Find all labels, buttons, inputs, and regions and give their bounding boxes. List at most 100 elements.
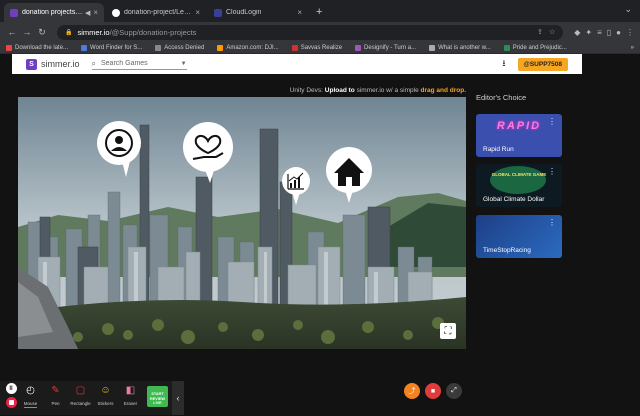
pause-icon[interactable]: II <box>5 383 17 394</box>
simmer-favicon-icon <box>10 8 18 17</box>
tab-cloudlogin[interactable]: CloudLogin × <box>208 3 308 22</box>
close-tab-icon[interactable]: × <box>195 8 200 17</box>
simmer-logo-icon: S <box>26 58 37 70</box>
back-icon[interactable]: ← <box>6 27 18 37</box>
bookmark-icon <box>429 44 436 51</box>
close-tab-icon[interactable]: × <box>297 8 302 17</box>
tab-donation-projects[interactable]: donation projects | SIMMER ◀ × <box>4 3 104 22</box>
recording-controls: II <box>4 383 18 408</box>
bookmark-label: Amazon.com: DJI... <box>226 44 279 51</box>
address-bar[interactable]: 🔒 simmer.io/@Supp/donation-projects ⇪ ☆ <box>57 24 564 40</box>
stop-record-icon[interactable] <box>5 397 17 408</box>
speaker-icon[interactable]: ◀ <box>85 9 90 17</box>
collapse-toolbar-icon[interactable]: ‹ <box>172 381 184 415</box>
bookmark-item[interactable]: Download the late... <box>6 44 68 51</box>
site-logo[interactable]: S simmer.io <box>26 58 80 70</box>
game-canvas[interactable]: ⛶ <box>18 97 466 349</box>
search-icon: ⌕ <box>91 58 96 68</box>
tool-label: Mouse <box>23 401 38 408</box>
bookmark-icon <box>355 44 362 51</box>
tool-label: Stickers <box>97 401 114 406</box>
game-scene <box>18 97 466 349</box>
bookmark-item[interactable]: What is another w... <box>429 44 491 51</box>
share-controls: ⤴ ■ ⤢ <box>404 383 467 399</box>
annotation-tools: II ◴ Mouse ✎ Pen ▢ Rectangle ☺ Stickers … <box>0 381 184 415</box>
expand-icon[interactable]: ⤢ <box>446 383 462 399</box>
browser-toolbar: ← → ↻ 🔒 simmer.io/@Supp/donation-project… <box>0 22 640 42</box>
reload-icon[interactable]: ↻ <box>36 27 48 38</box>
tool-rectangle[interactable]: ▢ Rectangle <box>68 384 93 406</box>
profile-icon[interactable]: ● <box>616 28 621 37</box>
share-icon[interactable]: ⤴ <box>404 383 420 399</box>
bookmark-icon <box>155 44 162 51</box>
tool-stickers[interactable]: ☺ Stickers <box>93 384 118 406</box>
tool-pen[interactable]: ✎ Pen <box>43 384 68 406</box>
start-review-button[interactable]: START REVIEW LIVE <box>147 386 168 407</box>
bookmark-label: Pride and Prejudic... <box>512 44 567 51</box>
globe-art <box>490 166 546 194</box>
game-card-global-climate-dollar[interactable]: GLOBAL CLIMATE GAME ⋮ Global Climate Dol… <box>476 164 562 207</box>
bookmark-item[interactable]: Access Denied <box>155 44 205 51</box>
unity-devs-line: Unity Devs: Upload to simmer.io w/ a sim… <box>0 87 466 94</box>
card-menu-icon[interactable]: ⋮ <box>548 117 556 126</box>
new-tab-button[interactable]: + <box>310 3 328 22</box>
extensions-puzzle-icon[interactable]: ✦ <box>585 28 592 37</box>
tab-search-icon[interactable]: ⌄ <box>624 4 632 15</box>
card-label: TimeStopRacing <box>483 247 531 254</box>
bookmark-item[interactable]: Word Finder for S... <box>81 44 143 51</box>
tool-eraser[interactable]: ◧ Eraser <box>118 384 143 406</box>
other-bookmarks-icon[interactable]: » <box>631 45 634 51</box>
tool-label: Eraser <box>123 401 138 406</box>
user-menu-button[interactable]: @SUPP7508 <box>517 57 568 71</box>
close-tab-icon[interactable]: × <box>93 8 98 17</box>
side-panel-icon[interactable]: ▯ <box>607 28 611 37</box>
chevron-down-icon[interactable]: ▼ <box>181 61 187 67</box>
game-card-rapid-run[interactable]: RAPID ⋮ Rapid Run <box>476 114 562 157</box>
fullscreen-button[interactable]: ⛶ <box>440 323 456 339</box>
dev-highlight: drag and drop. <box>420 87 467 94</box>
tab-title: donation projects | SIMMER <box>22 9 83 16</box>
share-icon[interactable]: ⇪ <box>537 28 543 36</box>
bookmark-icon <box>6 44 12 51</box>
record-icon[interactable]: ■ <box>425 383 441 399</box>
start-review-label: START REVIEW LIVE <box>150 392 165 405</box>
bookmark-icon <box>217 44 224 51</box>
page-content: S simmer.io ⌕ ▼ ⭳ @SUPP7508 Unity Devs: … <box>0 54 640 416</box>
dev-upload-link[interactable]: Upload to <box>325 87 355 94</box>
menu-icon[interactable]: ⋮ <box>626 28 634 37</box>
game-card-timestopracing[interactable]: ⋮ TimeStopRacing <box>476 215 562 258</box>
extension-icon[interactable]: ◆ <box>574 28 580 37</box>
bookmark-icon <box>503 44 510 51</box>
tool-mouse[interactable]: ◴ Mouse <box>18 384 43 408</box>
cloudlogin-favicon-icon <box>214 8 222 17</box>
search-input[interactable] <box>101 60 181 67</box>
card-menu-icon[interactable]: ⋮ <box>548 218 556 227</box>
bookmark-label: Designify - Turn a... <box>364 44 417 51</box>
bookmark-item[interactable]: Designify - Turn a... <box>355 44 417 51</box>
dev-mid: simmer.io w/ a simple <box>356 87 419 94</box>
bookmark-item[interactable]: Savvas Realize <box>291 44 342 51</box>
bookmarks-bar: Download the late... Word Finder for S..… <box>0 42 640 54</box>
star-icon[interactable]: ☆ <box>549 28 555 36</box>
browser-tab-strip: donation projects | SIMMER ◀ × donation-… <box>0 0 640 22</box>
bookmark-icon <box>291 44 298 51</box>
card-label: Rapid Run <box>483 146 514 153</box>
reading-list-icon[interactable]: ≡ <box>597 28 602 37</box>
bookmark-label: Access Denied <box>164 44 205 51</box>
tab-leaderboard[interactable]: donation-project/Leaderboard × <box>106 3 206 22</box>
site-header: S simmer.io ⌕ ▼ ⭳ @SUPP7508 <box>12 54 582 74</box>
bookmark-item[interactable]: Pride and Prejudic... <box>503 44 567 51</box>
bookmark-label: Word Finder for S... <box>90 44 143 51</box>
zoom-toolbar: II ◴ Mouse ✎ Pen ▢ Rectangle ☺ Stickers … <box>0 378 640 416</box>
bookmark-item[interactable]: Amazon.com: DJI... <box>217 44 279 51</box>
card-menu-icon[interactable]: ⋮ <box>548 167 556 176</box>
cursor-icon: ◴ <box>26 385 35 396</box>
forward-icon[interactable]: → <box>21 27 33 37</box>
upload-icon[interactable]: ⭳ <box>502 56 505 72</box>
lock-icon[interactable]: 🔒 <box>65 29 72 36</box>
search-box: ⌕ ▼ <box>91 58 187 70</box>
pen-icon: ✎ <box>51 385 60 396</box>
eraser-icon: ◧ <box>125 385 136 396</box>
tab-title: CloudLogin <box>226 9 262 16</box>
url-path: /@Supp/donation-projects <box>109 27 197 37</box>
